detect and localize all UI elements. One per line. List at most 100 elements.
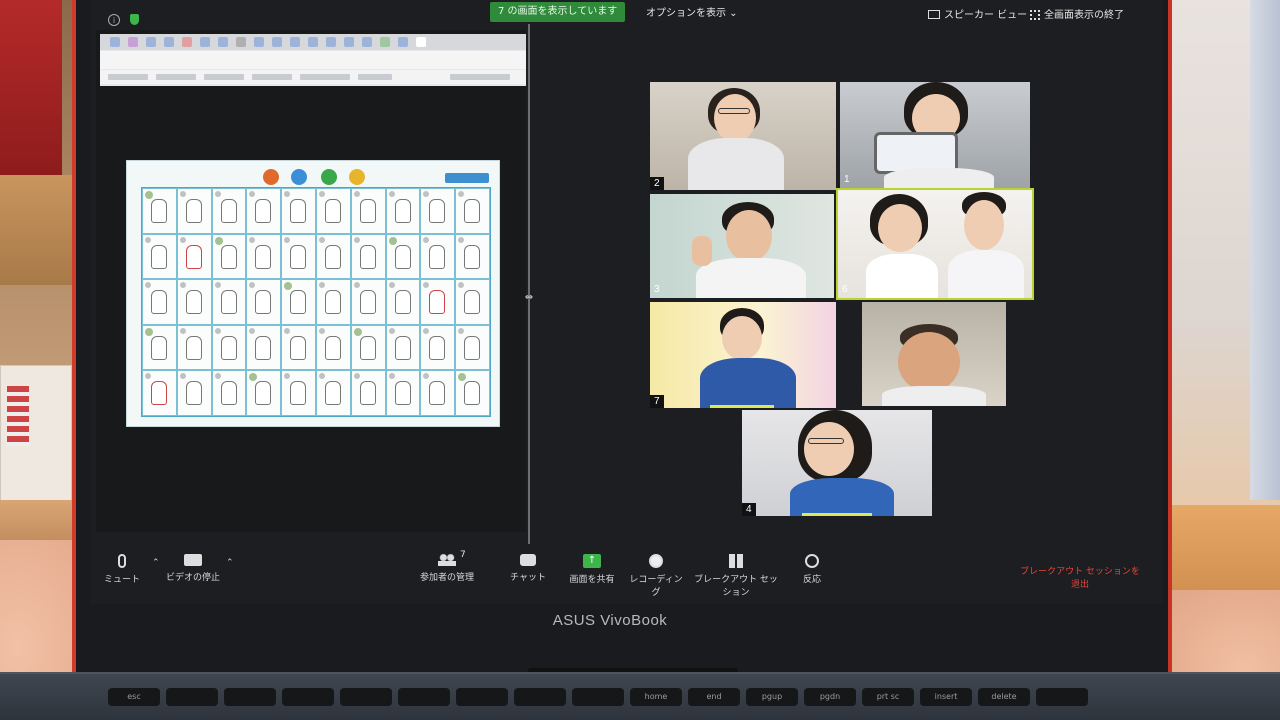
breakout-rooms-button[interactable]: ブレークアウト セッション: [690, 554, 782, 598]
hand-sign-cell: [281, 233, 316, 280]
shield-icon[interactable]: [130, 14, 139, 25]
keyboard-key[interactable]: [224, 688, 276, 706]
participant-body: [688, 138, 784, 190]
zoom-top-bar: i 7 の画面を表示しています オプションを表示 ⌄ スピーカー ビュー 全画面…: [90, 0, 1162, 26]
recording-button[interactable]: レコーディング: [628, 554, 684, 598]
share-screen-button[interactable]: ↑ 画面を共有: [566, 554, 618, 585]
speaker-view-label: スピーカー ビュー: [944, 10, 1028, 21]
keyboard-key[interactable]: end: [688, 688, 740, 706]
bookmark: [300, 74, 350, 80]
keyboard-key[interactable]: pgup: [746, 688, 798, 706]
share-screen-label: 画面を共有: [569, 575, 615, 585]
browser-tab: [416, 37, 426, 47]
leave-breakout-button[interactable]: ブレークアウト セッションを 退出: [1010, 566, 1150, 592]
fingerspelling-chart: [126, 160, 500, 427]
breakout-rooms-label: ブレークアウト セッション: [694, 575, 778, 598]
hand-sign-cell: [420, 324, 456, 371]
hand-sign-cell: [350, 233, 386, 280]
participant-hand: [692, 236, 712, 266]
hand-sign-cell: [455, 279, 490, 325]
mute-button[interactable]: ミュート: [104, 554, 140, 585]
keyboard-key[interactable]: [282, 688, 334, 706]
hand-sign-cell: [211, 370, 247, 416]
hand-sign-cell: [176, 370, 212, 416]
hand-sign-cell: [211, 233, 247, 280]
manage-participants-button[interactable]: 参加者の管理: [416, 554, 478, 583]
hand-sign-grid: [141, 187, 491, 417]
keyboard-key[interactable]: [456, 688, 508, 706]
bookmark: [252, 74, 292, 80]
hand-sign-cell: [211, 188, 247, 234]
participant-number: 6: [842, 284, 848, 295]
hand-sign-cell: [176, 233, 212, 280]
browser-tab: [326, 37, 336, 47]
keyboard-key[interactable]: [398, 688, 450, 706]
wooden-shelf: [0, 175, 78, 285]
keyboard-key[interactable]: prt sc: [862, 688, 914, 706]
reactions-button[interactable]: 反応: [794, 554, 830, 585]
keyboard-key[interactable]: [1036, 688, 1088, 706]
keyboard-key[interactable]: [572, 688, 624, 706]
keyboard-key[interactable]: pgdn: [804, 688, 856, 706]
hand-sign-cell: [455, 324, 490, 371]
participant-face: [804, 422, 854, 476]
hand-sign-cell: [455, 233, 490, 280]
keyboard-key[interactable]: [514, 688, 566, 706]
participant-number: 7: [650, 395, 664, 408]
exit-fullscreen-button[interactable]: 全画面表示の終了: [1030, 6, 1124, 21]
participant-tile[interactable]: 4: [742, 410, 932, 516]
participant-tile[interactable]: 2: [650, 82, 836, 190]
hand-sign-cell: [455, 188, 490, 234]
audio-options-chevron[interactable]: ⌃: [152, 558, 160, 568]
keyboard-key[interactable]: esc: [108, 688, 160, 706]
keyboard-key[interactable]: home: [630, 688, 682, 706]
browser-tab: [128, 37, 138, 47]
reactions-label: 反応: [802, 575, 821, 585]
video-options-chevron[interactable]: ⌃: [226, 558, 234, 568]
speaking-indicator: [802, 513, 872, 516]
browser-address-bar: [100, 51, 526, 69]
exit-fullscreen-icon: [1030, 10, 1040, 20]
chat-button[interactable]: チャット: [508, 554, 548, 583]
split-divider[interactable]: [528, 24, 530, 544]
browser-tab: [380, 37, 390, 47]
participant-tile-active[interactable]: 6: [836, 188, 1034, 300]
speaker-view-button[interactable]: スピーカー ビュー: [928, 6, 1027, 21]
participant-tile[interactable]: 3: [650, 194, 834, 298]
keyboard-key[interactable]: [340, 688, 392, 706]
participant-tile[interactable]: 7: [650, 302, 836, 408]
browser-bookmarks-bar: [100, 70, 526, 84]
participant-tile[interactable]: 1: [840, 82, 1030, 188]
participant-body: [790, 478, 894, 516]
chat-icon: [520, 554, 536, 566]
participant-face: [898, 332, 960, 392]
participant-tile[interactable]: 5: [862, 302, 1006, 406]
microphone-icon: [118, 554, 126, 568]
shared-browser-window: [100, 34, 526, 86]
heading-circle: [263, 169, 279, 185]
hand-sign-cell: [211, 324, 247, 371]
speaking-indicator: [710, 405, 774, 408]
hand-sign-cell: [385, 188, 421, 234]
paper-box: [0, 365, 72, 505]
keyboard-key[interactable]: delete: [978, 688, 1030, 706]
keyboard-key[interactable]: [166, 688, 218, 706]
hand-sign-cell: [281, 188, 316, 234]
info-icon[interactable]: i: [108, 14, 120, 26]
browser-tab: [254, 37, 264, 47]
breakout-rooms-icon: [729, 554, 743, 568]
hand-sign-cell: [385, 324, 421, 371]
resize-handle-icon[interactable]: ⇔: [521, 292, 537, 304]
hand-sign-cell: [455, 370, 490, 416]
bookmark: [156, 74, 196, 80]
view-options-button[interactable]: オプションを表示 ⌄: [646, 4, 738, 19]
participant-number: 3: [654, 284, 660, 295]
heading-circle: [349, 169, 365, 185]
share-screen-icon: ↑: [583, 554, 601, 568]
participant-face: [726, 210, 772, 262]
keyboard-key[interactable]: insert: [920, 688, 972, 706]
participant-body: [700, 358, 796, 408]
stop-video-button[interactable]: ビデオの停止: [166, 554, 220, 583]
hand-sign-cell: [142, 370, 177, 416]
hand-sign-cell: [350, 188, 386, 234]
